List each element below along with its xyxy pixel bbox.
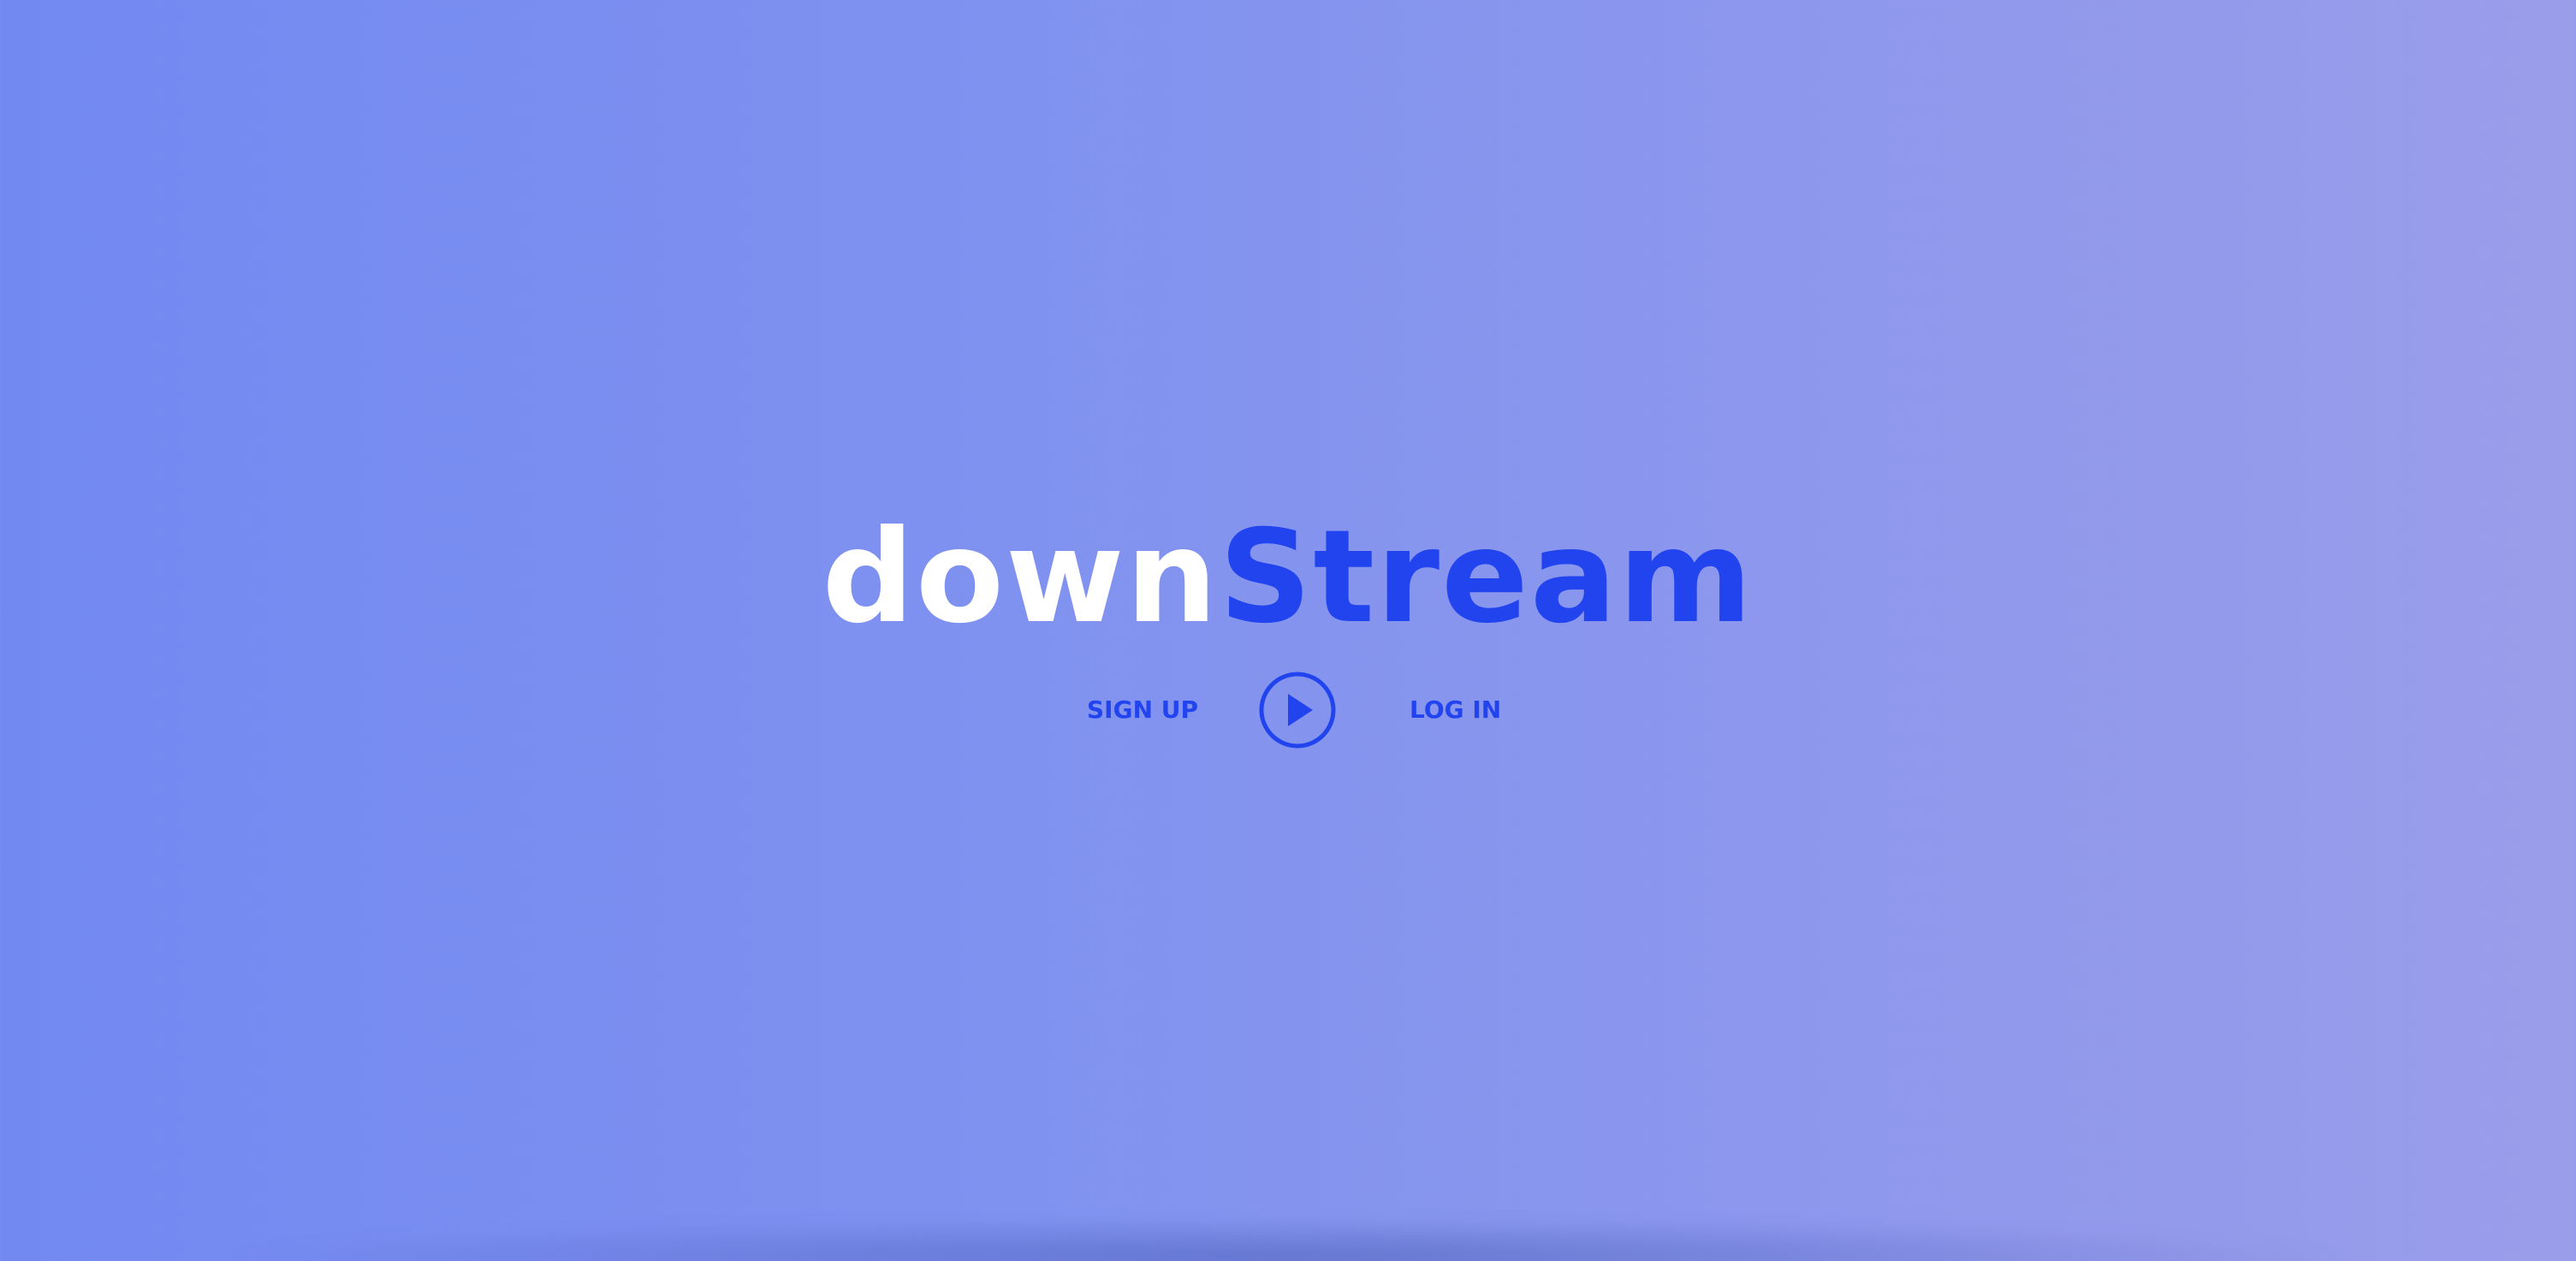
brand-logo: downStream (822, 513, 1754, 642)
hero-nav: SIGN UP LOG IN (0, 671, 2576, 749)
play-circle-icon (1259, 672, 1336, 749)
sign-up-link[interactable]: SIGN UP (1087, 671, 1198, 749)
brand-logo-part-1: down (822, 503, 1220, 652)
brand-logo-part-2: Stream (1219, 503, 1754, 652)
bottom-shadow (205, 1218, 2371, 1261)
play-button[interactable] (1258, 671, 1337, 749)
log-in-link[interactable]: LOG IN (1410, 671, 1501, 749)
hero: downStream (0, 513, 2576, 642)
